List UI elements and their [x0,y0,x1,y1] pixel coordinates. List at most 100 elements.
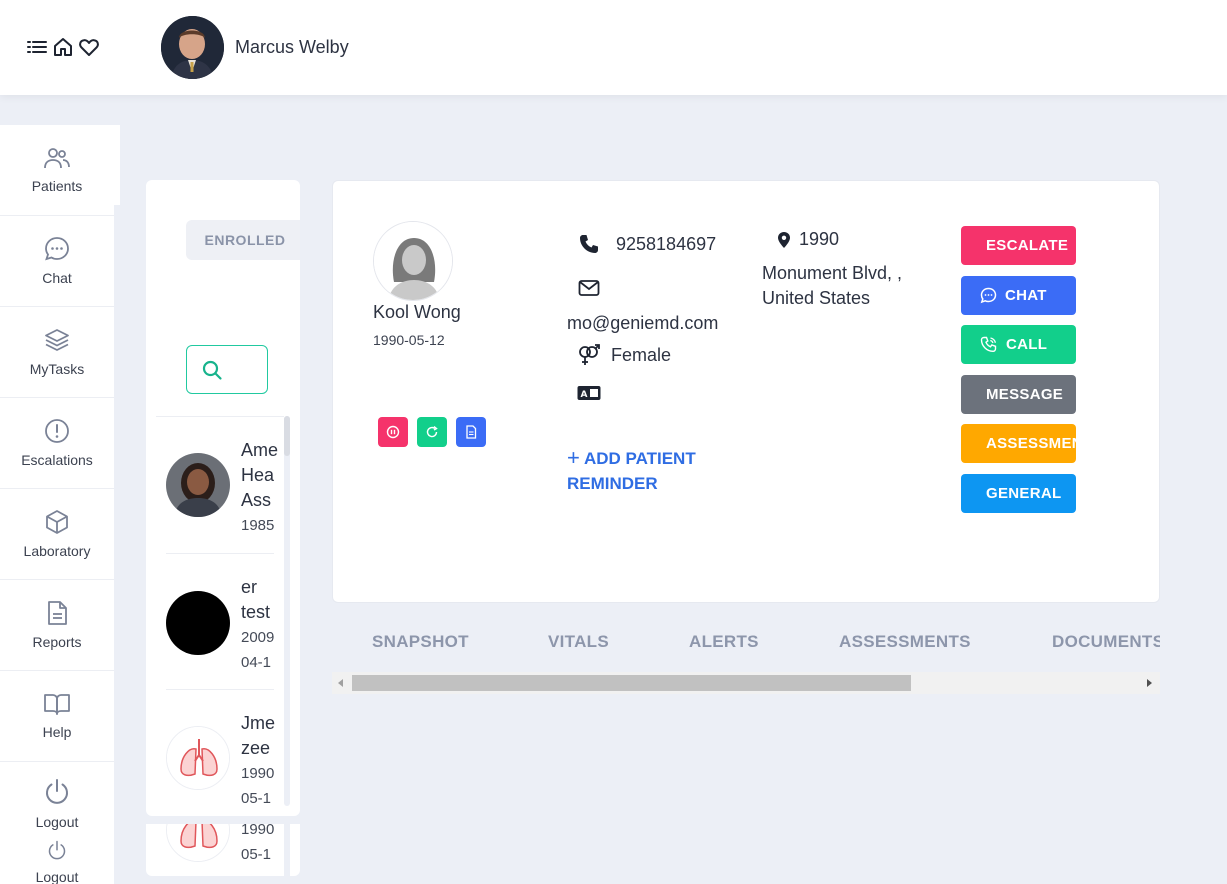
escalate-button[interactable]: ESCALATE [961,226,1076,265]
document-button[interactable] [456,417,486,447]
list-item[interactable]: 1990 05-1 [166,824,274,876]
patient-card: Kool Wong 1990-05-12 9258184697 mo@genie… [332,180,1160,603]
sidebar-scrollbar[interactable] [114,205,120,884]
scrollbar-thumb[interactable] [352,675,911,691]
location-pin-icon [778,231,790,248]
refresh-button[interactable] [417,417,447,447]
patient-dob-2: 05-1 [241,790,272,807]
gender-icon [579,344,600,365]
patient-dob: 1990 [241,765,275,782]
patient-dob-2: 05-1 [241,846,272,863]
users-icon [44,148,70,169]
file-icon [48,601,67,625]
alert-circle-icon [45,419,69,443]
chat-icon [980,287,997,304]
chat-label: CHAT [1005,287,1047,304]
list-item[interactable]: Jme zee 1990 05-1 [166,690,275,816]
menu-icon[interactable] [26,36,48,58]
patient-name-line: Jme [241,713,276,733]
patient-name-line: er [241,577,258,597]
sidebar-item-label: Laboratory [23,543,91,559]
patient-gender: Female [611,344,672,365]
general-button[interactable]: GENERAL [961,474,1076,513]
patient-name: Kool Wong [373,302,461,322]
pause-icon [386,425,400,439]
tab-alerts[interactable]: ALERTS [689,632,759,652]
tab-snapshot[interactable]: SNAPSHOT [372,632,469,652]
sidebar-item-label: Logout [35,814,79,830]
patient-photo [373,221,453,301]
patient-dob: 2009 [241,629,275,646]
escalate-label: ESCALATE [986,237,1069,254]
tab-vitals[interactable]: VITALS [548,632,609,652]
sidebar-item-escalations[interactable]: Escalations [0,398,114,489]
plus-icon: + [567,445,580,470]
sidebar-item-logout-2[interactable]: Logout [0,832,114,884]
scrollbar-thumb[interactable] [284,416,290,456]
sidebar-item-mytasks[interactable]: MyTasks [0,307,114,398]
sidebar-item-label: Help [42,724,72,740]
tabs-horizontal-scrollbar[interactable] [332,672,1160,694]
tab-enrolled[interactable]: ENROLLED [186,220,300,260]
phone-row: 9258184697 [578,233,716,255]
patient-dob: 1990 [241,824,275,838]
general-label: GENERAL [986,485,1062,502]
tab-documents[interactable]: DOCUMENTS [1052,632,1160,652]
sidebar-item-label: Reports [32,634,82,650]
sidebar-item-help[interactable]: Help [0,671,114,762]
lungs-icon [166,824,230,862]
assessment-label: ASSESSMENT [986,435,1076,452]
sidebar-item-label: Chat [42,270,72,286]
patient-email[interactable]: mo@geniemd.com [567,313,718,334]
patient-name-line: test [241,602,271,622]
tab-assessments[interactable]: ASSESSMENTS [839,632,971,652]
pause-button[interactable] [378,417,408,447]
patient-name-line: Hea [241,465,275,485]
search-button[interactable] [186,345,268,394]
patient-dob-2: 04-1 [241,654,272,671]
book-icon [44,694,70,715]
add-reminder-label: ADD PATIENT REMINDER [567,449,696,493]
chat-button[interactable]: CHAT [961,276,1076,315]
sidebar-item-patients[interactable]: Patients [0,125,114,216]
patient-name-line: zee [241,738,271,758]
top-bar: Marcus Welby [0,0,1227,95]
id-card-icon: A [577,386,601,400]
sidebar-item-logout[interactable]: Logout [0,762,114,832]
message-label: MESSAGE [986,386,1064,403]
sidebar-item-chat[interactable]: Chat [0,216,114,307]
user-avatar[interactable] [161,16,224,79]
svg-text:A: A [581,390,588,400]
heart-icon[interactable] [78,36,100,58]
sidebar-item-label: Patients [31,178,83,194]
patient-list-overflow: 1990 05-1 [146,824,300,876]
sidebar-item-label: MyTasks [29,361,85,377]
top-icons [26,36,100,58]
mail-icon [578,280,600,296]
scroll-right-arrow[interactable] [1147,679,1152,687]
power-icon [46,779,68,804]
phone-icon [580,235,598,253]
scroll-left-arrow[interactable] [338,679,343,687]
list-item[interactable]: Ame Hea Ass 1985 [166,416,278,554]
list-item[interactable]: er test 2009 04-1 [166,554,274,690]
document-icon [466,425,477,439]
add-patient-reminder-link[interactable]: + ADD PATIENT REMINDER [567,445,727,496]
user-name: Marcus Welby [235,37,349,57]
patient-dob: 1990-05-12 [373,332,445,348]
patient-dob: 1985 [241,517,275,534]
call-label: CALL [1006,336,1048,353]
patient-list-scrollbar[interactable] [284,824,290,876]
sidebar-item-laboratory[interactable]: Laboratory [0,489,114,580]
address-number: 1990 [799,229,840,249]
sidebar-item-label: Logout [35,869,79,884]
layers-icon [45,329,69,351]
call-button[interactable]: CALL [961,325,1076,364]
sidebar-item-reports[interactable]: Reports [0,580,114,671]
refresh-icon [426,425,438,438]
home-icon[interactable] [52,36,74,58]
assessment-button[interactable]: ASSESSMENT [961,424,1076,463]
patient-phone: 9258184697 [616,233,717,254]
message-button[interactable]: MESSAGE [961,375,1076,414]
patient-list-scrollbar[interactable] [284,416,290,806]
